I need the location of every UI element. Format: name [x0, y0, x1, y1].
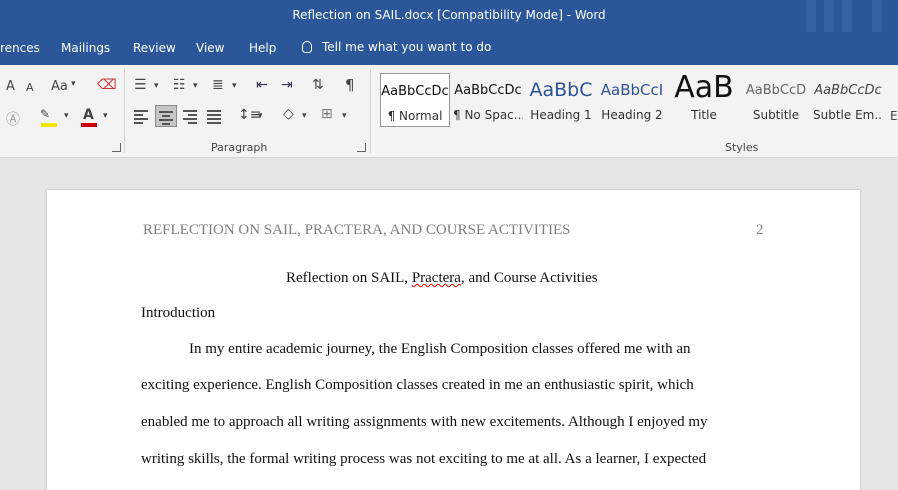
- paragraph-line: In my entire academic journey, the Engli…: [189, 341, 691, 357]
- style-preview: AaBbCcDc: [381, 84, 449, 99]
- document-page[interactable]: REFLECTION ON SAIL, PRACTERA, AND COURSE…: [47, 190, 860, 490]
- ribbon: A A Aa ▾ ⌫ Ⓐ ✎ ▾ A ▾ ☰ ▾ ☷ ▾ ≣ ▾ ⇤ ⇥ ⇅ ¶…: [0, 65, 898, 158]
- style-heading-1[interactable]: AaBbC Heading 1: [526, 73, 596, 127]
- paragraph-line: writing skills, the formal writing proce…: [141, 451, 707, 467]
- show-marks-icon[interactable]: ¶: [345, 76, 355, 94]
- clear-formatting-icon[interactable]: ⌫: [97, 77, 117, 93]
- title-part: Reflection on SAIL,: [286, 270, 412, 286]
- numbering-icon[interactable]: ☷: [173, 77, 186, 93]
- style-preview: AaBbCcDc: [454, 83, 522, 98]
- chevron-down-icon: ▾: [342, 111, 347, 121]
- style-preview: AaBbCcDc: [814, 83, 882, 98]
- font-color-icon[interactable]: A: [83, 107, 94, 123]
- menu-references[interactable]: rences: [0, 41, 40, 55]
- running-head: REFLECTION ON SAIL, PRACTERA, AND COURSE…: [143, 222, 571, 238]
- style-name: Heading 1: [530, 108, 592, 122]
- menu-bar: rences Mailings Review View Help Tell me…: [0, 32, 898, 65]
- lightbulb-icon: [302, 41, 312, 53]
- style-name: Subtitle: [752, 108, 800, 122]
- title-part: , and Course Activities: [460, 270, 598, 286]
- style-no-spacing[interactable]: AaBbCcDc ¶ No Spac...: [453, 73, 523, 127]
- style-preview: AaB: [674, 70, 734, 105]
- multilevel-list-icon[interactable]: ≣: [212, 77, 224, 93]
- highlight-color-bar: [41, 123, 57, 127]
- style-name: Subtle Em...: [813, 108, 883, 122]
- document-title: Reflection on SAIL, Practera, and Course…: [286, 270, 598, 287]
- style-name: Title: [691, 108, 717, 122]
- chevron-down-icon: ▾: [232, 81, 237, 91]
- highlight-icon[interactable]: ✎: [40, 107, 50, 121]
- menu-help[interactable]: Help: [249, 41, 276, 55]
- chevron-down-icon: ▾: [64, 111, 69, 121]
- increase-indent-icon[interactable]: ⇥: [281, 77, 293, 93]
- borders-icon[interactable]: ⊞: [321, 106, 333, 122]
- tell-me-text: Tell me what you want to do: [322, 40, 492, 54]
- font-dialog-launcher-icon[interactable]: [112, 143, 121, 152]
- title-bar: Reflection on SAIL.docx [Compatibility M…: [0, 0, 898, 32]
- paragraph-line: enabled me to approach all writing assig…: [141, 414, 708, 430]
- chevron-down-icon: ▾: [302, 111, 307, 121]
- chevron-down-icon: ▾: [258, 111, 263, 121]
- font-color-bar: [81, 123, 97, 127]
- divider: [370, 69, 371, 153]
- style-name: Heading 2: [601, 108, 663, 122]
- align-right-icon[interactable]: [183, 109, 199, 124]
- paragraph-line: exciting experience. English Composition…: [141, 377, 694, 393]
- style-subtitle[interactable]: AaBbCcD Subtitle: [741, 73, 811, 127]
- section-heading: Introduction: [141, 305, 216, 321]
- change-case-button[interactable]: Aa: [51, 79, 68, 94]
- align-left-icon[interactable]: [134, 109, 150, 124]
- style-normal[interactable]: AaBbCcDc ¶ Normal: [380, 73, 450, 127]
- window-title: Reflection on SAIL.docx [Compatibility M…: [292, 8, 606, 22]
- menu-view[interactable]: View: [196, 41, 224, 55]
- style-preview: AaBbCcD: [745, 83, 807, 98]
- shading-icon[interactable]: ◇: [283, 106, 294, 122]
- spelling-flagged-word[interactable]: Practera: [412, 270, 461, 286]
- tell-me-search[interactable]: Tell me what you want to do: [302, 40, 491, 54]
- sort-icon[interactable]: ⇅: [312, 77, 324, 93]
- style-name: ¶ No Spac...: [453, 108, 523, 122]
- menu-mailings[interactable]: Mailings: [61, 41, 110, 55]
- chevron-down-icon: ▾: [193, 81, 198, 91]
- style-heading-2[interactable]: AaBbCcI Heading 2: [597, 73, 667, 127]
- page-number: 2: [756, 222, 764, 238]
- justify-icon[interactable]: [207, 109, 223, 124]
- style-preview: AaBbCcI: [600, 81, 664, 99]
- decrease-indent-icon[interactable]: ⇤: [256, 77, 268, 93]
- styles-group-label: Styles: [725, 141, 759, 154]
- bullets-icon[interactable]: ☰: [134, 77, 147, 93]
- paragraph-dialog-launcher-icon[interactable]: [357, 143, 366, 152]
- more-styles-clipped: E: [890, 109, 898, 123]
- style-subtle-emphasis[interactable]: AaBbCcDc Subtle Em...: [813, 73, 883, 127]
- menu-review[interactable]: Review: [133, 41, 176, 55]
- paragraph-group-label: Paragraph: [211, 141, 268, 154]
- grow-font-button[interactable]: A: [6, 79, 15, 94]
- style-preview: AaBbC: [529, 79, 593, 101]
- text-effects-icon[interactable]: Ⓐ: [6, 109, 20, 129]
- align-center-icon[interactable]: [155, 105, 177, 127]
- divider: [124, 69, 125, 153]
- style-name: ¶ Normal: [387, 109, 443, 123]
- style-title[interactable]: AaB Title: [669, 70, 739, 127]
- chevron-down-icon: ▾: [103, 111, 108, 121]
- chevron-down-icon: ▾: [71, 79, 76, 89]
- shrink-font-button[interactable]: A: [26, 81, 34, 94]
- chevron-down-icon: ▾: [154, 81, 159, 91]
